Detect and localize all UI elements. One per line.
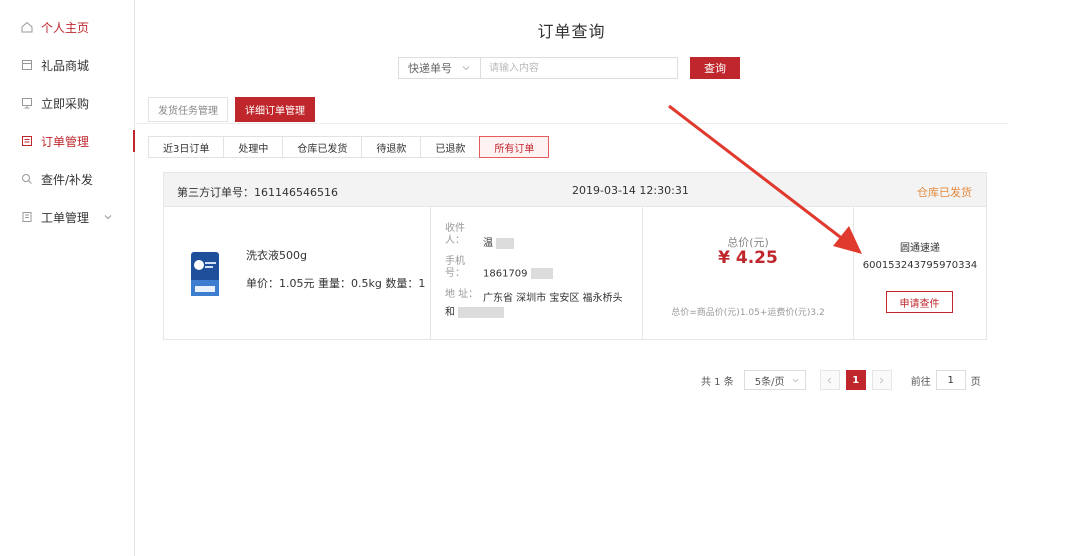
mall-icon xyxy=(20,59,33,72)
order-icon xyxy=(20,135,33,148)
sidebar-item-label: 查件/补发 xyxy=(41,172,94,187)
sidebar-item-orders[interactable]: 订单管理 xyxy=(0,122,135,160)
chevron-down-icon xyxy=(462,64,470,72)
page-unit-label: 页 xyxy=(970,376,981,388)
product-name: 洗衣液500g xyxy=(246,249,307,262)
order-card-header: 第三方订单号：161146546516 2019-03-14 12:30:31 … xyxy=(164,173,986,207)
receiver-label: 收件人： xyxy=(445,223,465,246)
product-column: 洗衣液500g 单价：1.05元 重量：0.5kg 数量：1 xyxy=(164,207,431,339)
sidebar-item-label: 个人主页 xyxy=(41,20,90,35)
ticket-icon xyxy=(20,211,33,224)
search-type-select[interactable]: 快递单号 xyxy=(398,57,480,79)
apply-track-button[interactable]: 申请查件 xyxy=(886,291,953,313)
phone-value: 1861709 xyxy=(483,268,553,280)
prev-page-button[interactable] xyxy=(819,370,840,390)
chevron-down-icon xyxy=(792,377,799,384)
search-input[interactable] xyxy=(480,57,678,79)
tab-last-3-days[interactable]: 近3日订单 xyxy=(148,136,225,158)
masked-text xyxy=(530,268,553,279)
address-line-2: 和 xyxy=(445,303,505,318)
phone-text: 1861709 xyxy=(483,268,528,280)
sidebar-item-label: 订单管理 xyxy=(41,134,90,149)
address-line-1: 广东省 深圳市 宝安区 福永桥头 xyxy=(483,293,623,304)
order-status: 仓库已发货 xyxy=(917,186,972,199)
masked-text xyxy=(458,306,505,318)
sidebar-item-label: 立即采购 xyxy=(41,96,90,111)
sidebar-item-tickets[interactable]: 工单管理 xyxy=(0,198,134,236)
order-card-body: 洗衣液500g 单价：1.05元 重量：0.5kg 数量：1 收件人： 温 手机… xyxy=(164,207,986,339)
goto-label: 前往 xyxy=(910,376,931,388)
price-column: 总价(元) ¥ 4.25 总价=商品价(元)1.05+运费价(元)3.2 xyxy=(643,207,854,339)
sidebar-item-mall[interactable]: 礼品商城 xyxy=(0,46,134,84)
sidebar-item-home[interactable]: 个人主页 xyxy=(0,8,134,46)
home-icon xyxy=(20,21,33,34)
sidebar-item-purchase[interactable]: 立即采购 xyxy=(0,84,134,122)
search-type-label: 快递单号 xyxy=(408,62,452,75)
shipping-column: 圆通速递 600153243795970334 申请查件 xyxy=(854,207,986,339)
address-text: 和 xyxy=(445,307,455,318)
product-meta: 单价：1.05元 重量：0.5kg 数量：1 xyxy=(246,277,426,290)
tab-refunded[interactable]: 已退款 xyxy=(420,136,481,158)
product-image xyxy=(191,252,219,296)
search-icon xyxy=(20,173,33,186)
chevron-right-icon xyxy=(880,377,884,383)
order-card: 第三方订单号：161146546516 2019-03-14 12:30:31 … xyxy=(163,172,987,340)
chevron-left-icon xyxy=(827,377,832,383)
search-bar: 快递单号 查询 xyxy=(398,57,740,79)
address-label: 地 址： xyxy=(445,289,479,300)
recipient-column: 收件人： 温 手机号： 1861709 地 址： 广东省 深圳市 宝安区 福永桥… xyxy=(431,207,643,339)
tab-order-details[interactable]: 详细订单管理 xyxy=(235,97,315,122)
chevron-down-icon[interactable] xyxy=(103,212,113,222)
receiver-text: 温 xyxy=(483,238,493,249)
sidebar-item-track[interactable]: 查件/补发 xyxy=(0,160,134,198)
receiver-value: 温 xyxy=(483,234,515,249)
query-button[interactable]: 查询 xyxy=(690,57,740,79)
tab-shipping-tasks[interactable]: 发货任务管理 xyxy=(148,97,228,122)
sidebar-item-label: 工单管理 xyxy=(41,210,90,225)
current-page[interactable]: 1 xyxy=(845,370,866,390)
pagination-total: 共 1 条 xyxy=(701,376,734,388)
order-filter-tabs: 近3日订单 处理中 仓库已发货 待退款 已退款 所有订单 xyxy=(148,136,550,158)
tabs-divider xyxy=(135,123,1008,124)
tab-processing[interactable]: 处理中 xyxy=(223,136,284,158)
price-formula: 总价=商品价(元)1.05+运费价(元)3.2 xyxy=(671,308,825,318)
next-page-button[interactable] xyxy=(871,370,892,390)
main-tabs: 发货任务管理 详细订单管理 xyxy=(148,97,322,122)
tracking-number: 600153243795970334 xyxy=(862,260,978,271)
order-time: 2019-03-14 12:30:31 xyxy=(572,184,689,197)
tab-all-orders[interactable]: 所有订单 xyxy=(479,136,550,158)
page-size-label: 5条/页 xyxy=(754,376,785,388)
page-size-select[interactable]: 5条/页 xyxy=(743,370,806,390)
masked-text xyxy=(496,237,515,249)
total-price-value: ¥ 4.25 xyxy=(718,248,778,268)
order-number: 第三方订单号：161146546516 xyxy=(177,186,338,199)
sidebar-item-label: 礼品商城 xyxy=(41,58,90,73)
carrier-name: 圆通速递 xyxy=(900,243,940,254)
pagination: 共 1 条 5条/页 1 前往 页 xyxy=(701,370,981,390)
page-title: 订单查询 xyxy=(537,22,606,41)
main-content: 订单查询 快递单号 查询 发货任务管理 详细订单管理 近3日订单 处理中 仓库已… xyxy=(135,0,1008,556)
tab-shipped[interactable]: 仓库已发货 xyxy=(282,136,363,158)
app-root: 个人主页 礼品商城 立即采购 订单管理 查件/补发 工单管理 订单查询 快递单号… xyxy=(0,0,1080,556)
tab-pending-refund[interactable]: 待退款 xyxy=(361,136,422,158)
phone-label: 手机号： xyxy=(445,256,465,279)
goto-page-input[interactable] xyxy=(935,370,966,390)
purchase-icon xyxy=(20,97,33,110)
sidebar: 个人主页 礼品商城 立即采购 订单管理 查件/补发 工单管理 xyxy=(0,0,135,556)
